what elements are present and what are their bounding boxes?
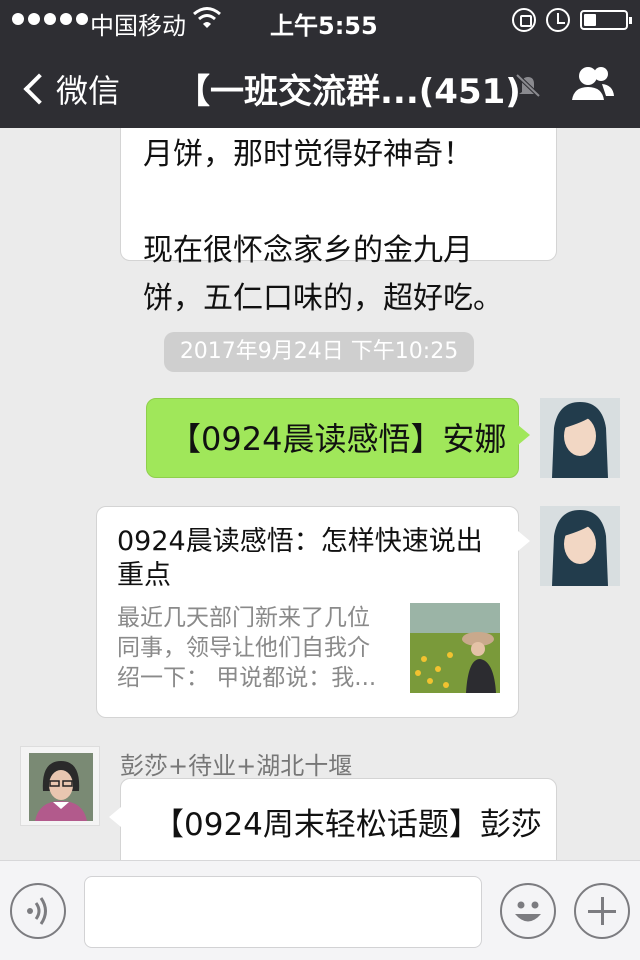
input-bar xyxy=(0,860,640,960)
message-text: 饼，五仁口味的，超好吃。 xyxy=(143,281,503,316)
rotation-lock-icon xyxy=(512,8,536,32)
card-thumbnail xyxy=(410,603,500,693)
voice-icon xyxy=(27,897,47,925)
message-text: 月饼，那时觉得好神奇！ xyxy=(143,137,473,172)
timestamp-label: 2017年9月24日 下午10:25 xyxy=(164,332,474,372)
battery-icon xyxy=(580,10,632,30)
card-description: 最近几天部门新来了几位同事，领导让他们自我介绍一下： 甲说都说：我... xyxy=(117,605,377,691)
chevron-left-icon xyxy=(23,73,55,105)
avatar[interactable] xyxy=(540,506,620,586)
avatar[interactable] xyxy=(540,398,620,478)
carrier-label: 中国移动 xyxy=(90,12,186,40)
status-time: 上午5:55 xyxy=(270,12,378,40)
message-text: 现在很怀念家乡的金九月 xyxy=(143,233,473,268)
message-bubble-previous[interactable]: 月饼，那时觉得好神奇！ 现在很怀念家乡的金九月 饼，五仁口味的，超好吃。 xyxy=(120,128,557,316)
avatar[interactable] xyxy=(20,746,100,826)
plus-button[interactable] xyxy=(574,883,630,939)
voice-button[interactable] xyxy=(10,883,66,939)
message-bubble-incoming[interactable]: 【0924周末轻松话题】彭莎 xyxy=(109,778,557,860)
message-list[interactable]: 月饼，那时觉得好神奇！ 现在很怀念家乡的金九月 饼，五仁口味的，超好吃。 201… xyxy=(0,128,640,860)
sender-name: 彭莎+待业+湖北十堰 xyxy=(120,752,353,780)
people-icon[interactable] xyxy=(568,64,616,104)
message-bubble-outgoing[interactable]: 【0924晨读感悟】安娜 xyxy=(146,398,530,478)
card-title: 0924晨读感悟：怎样快速说出重点 xyxy=(117,526,483,591)
emoji-icon xyxy=(515,901,541,922)
wifi-icon xyxy=(193,7,221,28)
battery-fill xyxy=(584,14,596,26)
signal-dots-icon xyxy=(12,13,88,25)
alarm-icon xyxy=(546,8,570,32)
nav-bar: 微信 【一班交流群...(451) xyxy=(0,40,640,128)
emoji-button[interactable] xyxy=(500,883,556,939)
article-card[interactable]: 0924晨读感悟：怎样快速说出重点 最近几天部门新来了几位同事，领导让他们自我介… xyxy=(96,506,530,718)
back-button[interactable]: 微信 xyxy=(20,66,120,112)
chat-title: 【一班交流群...(451) xyxy=(176,72,521,112)
message-input[interactable] xyxy=(84,876,482,948)
back-label: 微信 xyxy=(56,72,121,110)
status-bar: 中国移动 上午5:55 xyxy=(0,0,640,40)
bell-muted-icon xyxy=(515,73,541,98)
